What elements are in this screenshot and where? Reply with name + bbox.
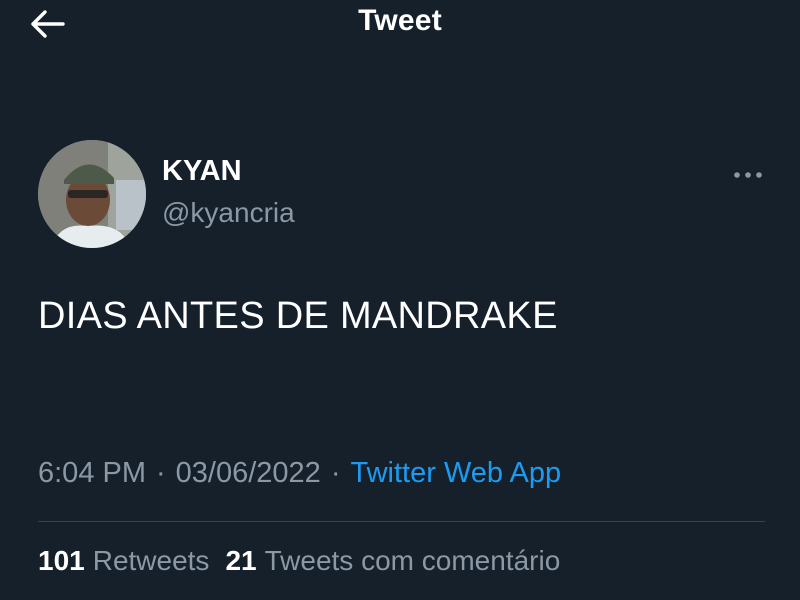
more-options-button[interactable] xyxy=(726,160,770,190)
tweet-text: DIAS ANTES DE MANDRAKE xyxy=(38,295,558,337)
tweet-time[interactable]: 6:04 PM xyxy=(38,457,146,489)
more-horizontal-icon xyxy=(734,172,762,178)
avatar-photo xyxy=(38,140,146,248)
author-handle[interactable]: @kyancria xyxy=(162,197,295,229)
retweets-label: Retweets xyxy=(92,545,210,576)
quote-tweets-label: Tweets com comentário xyxy=(264,545,561,576)
retweets-stat[interactable]: 101 Retweets xyxy=(38,545,209,577)
tweet-metadata: 6:04 PM · 03/06/2022 · Twitter Web App xyxy=(38,457,561,490)
tweet-detail-page: Tweet KYAN @kyancria DIAS ANTES DE MANDR… xyxy=(0,0,800,600)
retweets-count: 101 xyxy=(38,545,85,576)
quote-tweets-count: 21 xyxy=(225,545,257,576)
tweet-stats: 101 Retweets 21 Tweets com comentário xyxy=(38,545,560,577)
quote-tweets-stat[interactable]: 21 Tweets com comentário xyxy=(225,545,560,577)
page-title: Tweet xyxy=(358,4,442,37)
separator-dot: · xyxy=(156,457,166,489)
top-bar: Tweet xyxy=(0,0,800,48)
avatar[interactable] xyxy=(38,140,146,248)
tweet-date[interactable]: 03/06/2022 xyxy=(176,457,321,489)
divider xyxy=(38,521,765,522)
tweet-source-link[interactable]: Twitter Web App xyxy=(351,457,562,489)
author-name[interactable]: KYAN xyxy=(162,155,242,188)
separator-dot: · xyxy=(330,457,341,489)
